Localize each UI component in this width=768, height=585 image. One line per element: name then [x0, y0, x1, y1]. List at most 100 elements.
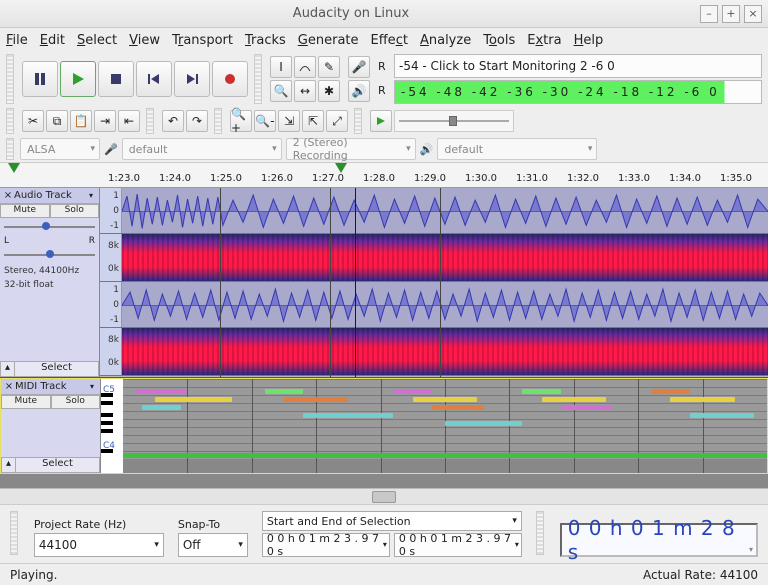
playback-device-dropdown[interactable]: default	[437, 138, 597, 160]
playback-meter[interactable]: -54 -48 -42 -36 -30 -24 -18 -12 -6 0	[394, 80, 762, 104]
redo-icon[interactable]: ↷	[186, 110, 208, 132]
zoom-out-icon[interactable]: 🔍-	[254, 110, 276, 132]
toolbar-grip[interactable]	[6, 138, 14, 160]
pan-slider[interactable]	[4, 248, 95, 262]
playhead-icon[interactable]	[335, 163, 347, 173]
menu-file[interactable]: File	[6, 33, 28, 48]
selection-start-field[interactable]: 0 0 h 0 1 m 2 3 . 9 7 0 s	[262, 533, 390, 557]
multi-tool-icon[interactable]: ✱	[318, 80, 340, 102]
menu-analyze[interactable]: Analyze	[420, 33, 471, 48]
audio-host-dropdown[interactable]: ALSA	[20, 138, 100, 160]
skip-start-button[interactable]	[136, 61, 172, 97]
menu-generate[interactable]: Generate	[298, 33, 359, 48]
mute-button[interactable]: Mute	[1, 395, 51, 409]
solo-button[interactable]: Solo	[51, 395, 101, 409]
ruler-tick-label: 1:29.0	[414, 173, 446, 184]
menu-tools[interactable]: Tools	[483, 33, 515, 48]
toolbar-grip[interactable]	[536, 511, 544, 555]
menu-select[interactable]: Select	[77, 33, 117, 48]
track-select-button[interactable]: ▴Select	[1, 457, 100, 473]
project-rate-dropdown[interactable]: 44100	[34, 533, 164, 557]
selection-tool-icon[interactable]: I	[270, 56, 292, 78]
close-button[interactable]: ×	[744, 5, 762, 23]
rec-volume-icon[interactable]: 🎤	[348, 56, 370, 78]
recording-meter[interactable]: -54 - Click to Start Monitoring 2 -6 0	[394, 54, 762, 78]
menu-help[interactable]: Help	[574, 33, 604, 48]
recording-channels-dropdown[interactable]: 2 (Stereo) Recording	[286, 138, 416, 160]
audio-track-panel: × Audio Track ▾ Mute Solo LR Stereo, 441…	[0, 188, 100, 377]
track-menu-icon[interactable]: ▾	[90, 382, 100, 391]
minimize-button[interactable]: –	[700, 5, 718, 23]
cut-icon[interactable]: ✂	[22, 110, 44, 132]
trim-icon[interactable]: ⇥	[94, 110, 116, 132]
midi-track-panel: × MIDI Track ▾ Mute Solo ▴Select	[1, 379, 101, 473]
pan-right-label: R	[89, 236, 95, 246]
fit-selection-icon[interactable]: ⇲	[278, 110, 300, 132]
ruler-tick-label: 1:28.0	[363, 173, 395, 184]
paste-icon[interactable]: 📋	[70, 110, 92, 132]
timeline-ruler[interactable]: 1:23.01:24.01:25.01:26.01:27.01:28.01:29…	[0, 162, 768, 188]
menu-tracks[interactable]: Tracks	[245, 33, 286, 48]
selection-mode-dropdown[interactable]: Start and End of Selection	[262, 511, 522, 531]
play-volume-icon[interactable]: 🔊	[348, 80, 370, 102]
menu-transport[interactable]: Transport	[172, 33, 233, 48]
record-button[interactable]	[212, 61, 248, 97]
spectrogram-left[interactable]	[122, 234, 768, 281]
waveform-left[interactable]	[122, 188, 768, 233]
toolbar-grip[interactable]	[354, 108, 362, 134]
playback-cursor	[355, 188, 356, 377]
tracks-area: × Audio Track ▾ Mute Solo LR Stereo, 441…	[0, 188, 768, 488]
track-close-button[interactable]: ×	[3, 381, 15, 392]
play-speed-slider[interactable]	[394, 110, 514, 132]
toolbar-grip[interactable]	[254, 54, 262, 104]
copy-icon[interactable]: ⧉	[46, 110, 68, 132]
menu-extra[interactable]: Extra	[527, 33, 561, 48]
mute-button[interactable]: Mute	[0, 204, 50, 218]
fit-project-icon[interactable]: ⇱	[302, 110, 324, 132]
pause-button[interactable]	[22, 61, 58, 97]
undo-icon[interactable]: ↶	[162, 110, 184, 132]
solo-button[interactable]: Solo	[50, 204, 100, 218]
toolbar-grip[interactable]	[10, 511, 18, 555]
ruler-tick-label: 1:30.0	[465, 173, 497, 184]
track-name: Audio Track	[14, 190, 89, 201]
waveform-right[interactable]	[122, 282, 768, 327]
zoom-toggle-icon[interactable]: ⤢	[326, 110, 348, 132]
toolbar-grip[interactable]	[6, 108, 14, 134]
toolbar-grip[interactable]	[214, 108, 222, 134]
track-close-button[interactable]: ×	[2, 190, 14, 201]
toolbar-grip[interactable]	[146, 108, 154, 134]
menu-edit[interactable]: Edit	[40, 33, 65, 48]
menu-view[interactable]: View	[129, 33, 160, 48]
skip-end-button[interactable]	[174, 61, 210, 97]
track-select-button[interactable]: ▴Select	[0, 361, 99, 377]
selection-end-field[interactable]: 0 0 h 0 1 m 2 3 . 9 7 0 s	[394, 533, 522, 557]
zoom-tool-icon[interactable]: 🔍	[270, 80, 292, 102]
edit-toolbar: ✂ ⧉ 📋 ⇥ ⇤	[20, 108, 142, 134]
toolbar-grip[interactable]	[6, 54, 14, 104]
spectrogram-right[interactable]	[122, 328, 768, 375]
stop-button[interactable]	[98, 61, 134, 97]
ruler-tick-label: 1:27.0	[312, 173, 344, 184]
audio-track-body[interactable]: 10-1 8k0k 10-1	[100, 188, 768, 377]
ruler-tick-label: 1:35.0	[720, 173, 752, 184]
recording-device-dropdown[interactable]: default	[122, 138, 282, 160]
quickplay-start-icon[interactable]	[8, 163, 20, 173]
zoom-in-icon[interactable]: 🔍+	[230, 110, 252, 132]
play-at-speed-icon[interactable]	[370, 110, 392, 132]
play-button[interactable]	[60, 61, 96, 97]
track-menu-icon[interactable]: ▾	[89, 191, 99, 200]
envelope-tool-icon[interactable]	[294, 56, 316, 78]
draw-tool-icon[interactable]: ✎	[318, 56, 340, 78]
horizontal-scrollbar[interactable]	[0, 488, 768, 504]
menu-effect[interactable]: Effect	[371, 33, 408, 48]
speaker-icon: 🔊	[420, 143, 434, 156]
gain-slider[interactable]	[4, 220, 95, 234]
snap-to-dropdown[interactable]: Off	[178, 533, 248, 557]
silence-icon[interactable]: ⇤	[118, 110, 140, 132]
audio-position-display[interactable]: 0 0 h 0 1 m 2 8 s	[560, 523, 758, 557]
maximize-button[interactable]: +	[722, 5, 740, 23]
timeshift-tool-icon[interactable]: ↔	[294, 80, 316, 102]
mic-icon: 🎤	[104, 143, 118, 156]
midi-piano-roll[interactable]	[123, 379, 767, 473]
